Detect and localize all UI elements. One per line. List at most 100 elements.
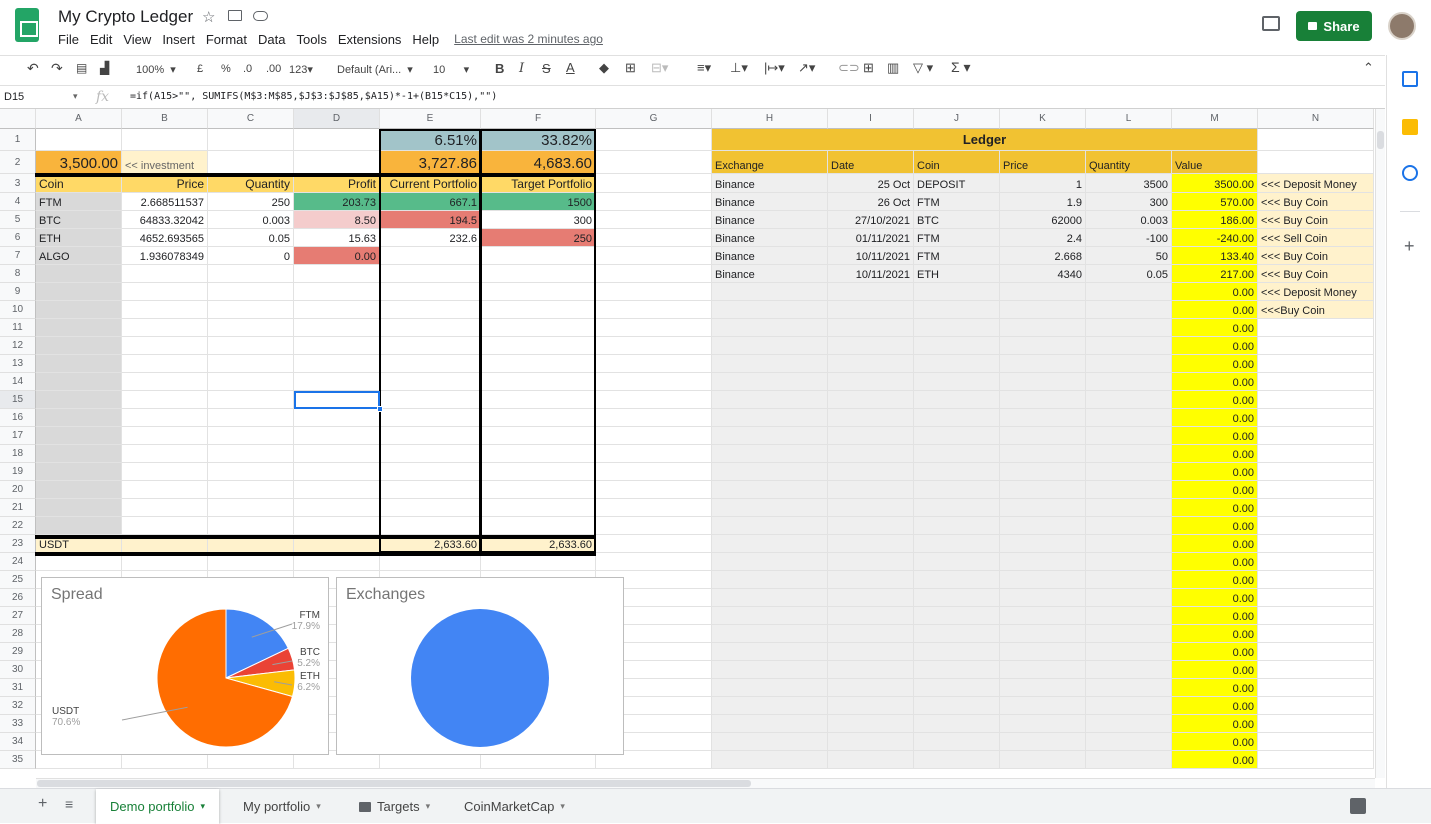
cell[interactable] <box>828 337 914 355</box>
cell[interactable] <box>36 265 122 283</box>
cell[interactable] <box>712 535 828 553</box>
cell-i3[interactable]: 25 Oct <box>828 174 914 193</box>
currency-format-button[interactable]: £ <box>197 63 203 75</box>
cell[interactable] <box>1086 301 1172 319</box>
cell-h4[interactable]: Binance <box>712 193 828 211</box>
insert-link-icon[interactable]: ⊂⊃ <box>838 60 860 76</box>
cell[interactable] <box>712 733 828 751</box>
cell-j8[interactable]: ETH <box>914 265 1000 283</box>
cell[interactable] <box>1000 427 1086 445</box>
row-header-18[interactable]: 18 <box>0 445 36 463</box>
cell-e4[interactable]: 667.1 <box>380 193 481 211</box>
cell[interactable] <box>380 337 481 355</box>
row-header-23[interactable]: 23 <box>0 535 36 553</box>
cell[interactable] <box>122 337 208 355</box>
cell-h7[interactable]: Binance <box>712 247 828 265</box>
cell[interactable] <box>828 589 914 607</box>
row-header-29[interactable]: 29 <box>0 643 36 661</box>
cell-e3[interactable]: Current Portfolio <box>380 174 481 193</box>
cell[interactable] <box>914 391 1000 409</box>
cell-l8[interactable]: 0.05 <box>1086 265 1172 283</box>
cell[interactable] <box>828 643 914 661</box>
cell-n5[interactable]: <<< Buy Coin <box>1258 211 1374 229</box>
cell[interactable] <box>828 715 914 733</box>
cell[interactable] <box>1000 337 1086 355</box>
cell[interactable] <box>914 283 1000 301</box>
cell[interactable] <box>481 427 596 445</box>
cell[interactable] <box>36 445 122 463</box>
cell[interactable] <box>1086 697 1172 715</box>
cell-m19[interactable]: 0.00 <box>1172 463 1258 481</box>
insert-chart-icon[interactable]: ▥ <box>887 60 899 76</box>
cell[interactable] <box>208 337 294 355</box>
cell-n7[interactable]: <<< Buy Coin <box>1258 247 1374 265</box>
cell[interactable] <box>1086 661 1172 679</box>
cell[interactable] <box>36 427 122 445</box>
cell[interactable] <box>1086 751 1172 769</box>
cell[interactable] <box>596 445 712 463</box>
column-header-m[interactable]: M <box>1172 109 1258 129</box>
cell[interactable] <box>481 553 596 571</box>
zoom-select[interactable]: 100% ▾ <box>136 63 176 76</box>
cell-c4[interactable]: 250 <box>208 193 294 211</box>
cell-a5[interactable]: BTC <box>36 211 122 229</box>
cell[interactable] <box>1258 553 1374 571</box>
cell[interactable] <box>1086 481 1172 499</box>
print-icon[interactable]: ▤ <box>76 61 87 75</box>
row-header-14[interactable]: 14 <box>0 373 36 391</box>
cell-m22[interactable]: 0.00 <box>1172 517 1258 535</box>
cell[interactable] <box>914 679 1000 697</box>
cell-m8[interactable]: 217.00 <box>1172 265 1258 283</box>
cell[interactable] <box>294 129 380 151</box>
cell[interactable] <box>208 373 294 391</box>
cell[interactable] <box>596 247 712 265</box>
cell[interactable] <box>481 481 596 499</box>
cell[interactable] <box>828 301 914 319</box>
cell[interactable] <box>1000 301 1086 319</box>
cell[interactable] <box>596 481 712 499</box>
cell[interactable] <box>712 679 828 697</box>
cell[interactable] <box>1258 427 1374 445</box>
cell[interactable] <box>122 391 208 409</box>
cloud-status-icon[interactable] <box>253 11 268 21</box>
cell-m20[interactable]: 0.00 <box>1172 481 1258 499</box>
cell[interactable] <box>1258 391 1374 409</box>
exchanges-chart[interactable]: Exchanges <box>336 577 624 755</box>
menu-format[interactable]: Format <box>206 32 247 47</box>
cell[interactable] <box>914 607 1000 625</box>
cell[interactable] <box>122 301 208 319</box>
column-header-i[interactable]: I <box>828 109 914 129</box>
cell[interactable] <box>1086 427 1172 445</box>
cell[interactable] <box>1000 733 1086 751</box>
cell[interactable] <box>208 517 294 535</box>
cell[interactable] <box>914 643 1000 661</box>
user-avatar[interactable] <box>1388 12 1416 40</box>
row-header-17[interactable]: 17 <box>0 427 36 445</box>
cell[interactable] <box>1000 535 1086 553</box>
cell[interactable] <box>36 499 122 517</box>
cell[interactable] <box>380 409 481 427</box>
row-header-33[interactable]: 33 <box>0 715 36 733</box>
cell-b6[interactable]: 4652.693565 <box>122 229 208 247</box>
cell-h6[interactable]: Binance <box>712 229 828 247</box>
cell[interactable] <box>294 463 380 481</box>
cell-l7[interactable]: 50 <box>1086 247 1172 265</box>
font-select[interactable]: Default (Ari... ▾ <box>337 63 413 76</box>
cell[interactable] <box>914 301 1000 319</box>
cell-n8[interactable]: <<< Buy Coin <box>1258 265 1374 283</box>
cell[interactable] <box>294 151 380 174</box>
cell[interactable] <box>122 355 208 373</box>
cell[interactable] <box>208 463 294 481</box>
cell-b7[interactable]: 1.936078349 <box>122 247 208 265</box>
cell[interactable] <box>1258 643 1374 661</box>
column-header-g[interactable]: G <box>596 109 712 129</box>
text-color-button[interactable]: A <box>566 60 575 75</box>
cell-l2[interactable]: Quantity <box>1086 151 1172 174</box>
cell[interactable] <box>294 553 380 571</box>
cell[interactable] <box>1000 391 1086 409</box>
cell-i4[interactable]: 26 Oct <box>828 193 914 211</box>
row-header-5[interactable]: 5 <box>0 211 36 229</box>
more-formats-button[interactable]: 123▾ <box>289 63 313 76</box>
star-icon[interactable]: ☆ <box>202 8 215 26</box>
cell[interactable] <box>1000 463 1086 481</box>
